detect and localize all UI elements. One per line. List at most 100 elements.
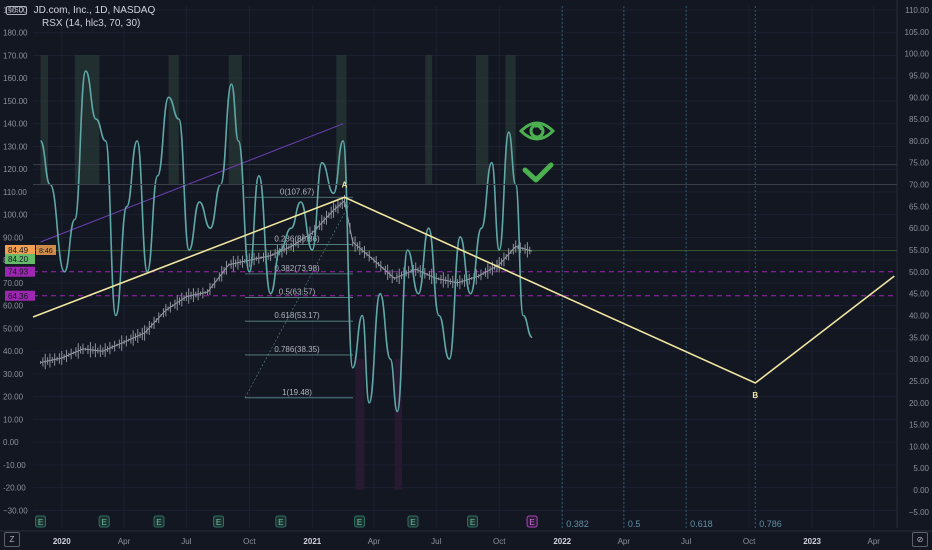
time-zone-label-2: 0.618 bbox=[690, 519, 713, 529]
right-axis-tick-12: 50.00 bbox=[909, 268, 930, 277]
earnings-marker-label-7: E bbox=[470, 518, 475, 527]
right-axis-tick-1: 105.00 bbox=[905, 28, 930, 37]
chart-header: USD JD.com, Inc., 1D, NASDAQ bbox=[6, 5, 155, 16]
right-axis-tick-6: 80.00 bbox=[909, 137, 930, 146]
currency-badge[interactable]: USD bbox=[6, 5, 27, 15]
left-axis-tick-18: 10.00 bbox=[3, 415, 24, 424]
fib-level-label-6: 1(19.48) bbox=[282, 388, 312, 397]
time-axis-tick-10: Jul bbox=[681, 537, 691, 546]
time-axis-tick-8: 2022 bbox=[553, 537, 571, 546]
time-axis-tick-11: Oct bbox=[743, 537, 756, 546]
fib-level-label-3: 0.5(63.57) bbox=[279, 288, 316, 297]
time-axis-tick-7: Oct bbox=[493, 537, 506, 546]
price-chart[interactable]: 0.382 0.5 0.618 0.786 0(107.67)0.236(86.86)… bbox=[0, 0, 932, 550]
rsx-series bbox=[33, 70, 897, 413]
price-tag-label-1: 84.20 bbox=[8, 255, 29, 264]
left-axis-tick-13: 60.00 bbox=[3, 302, 24, 311]
left-axis-tick-16: 30.00 bbox=[3, 370, 24, 379]
right-axis-tick-21: 5.00 bbox=[913, 464, 929, 473]
right-axis-tick-14: 40.00 bbox=[909, 311, 930, 320]
time-axis-tick-3: Oct bbox=[243, 537, 256, 546]
rsx-band-8 bbox=[355, 359, 365, 491]
right-axis-tick-4: 90.00 bbox=[909, 93, 930, 102]
right-axis-tick-15: 35.00 bbox=[909, 333, 930, 342]
zigzag-pattern[interactable]: AB bbox=[32, 180, 895, 400]
left-axis-tick-15: 40.00 bbox=[3, 347, 24, 356]
time-axis-tick-9: Apr bbox=[618, 537, 631, 546]
time-axis-tick-4: 2021 bbox=[303, 537, 321, 546]
time-zone-label-1: 0.5 bbox=[628, 519, 641, 529]
earnings-marker-label-5: E bbox=[357, 518, 362, 527]
time-axis-tick-13: Apr bbox=[867, 537, 880, 546]
left-axis-tick-21: -20.00 bbox=[3, 484, 26, 493]
right-axis-tick-13: 45.00 bbox=[909, 290, 930, 299]
time-axis-tick-0: 2020 bbox=[53, 537, 71, 546]
right-axis-tick-10: 60.00 bbox=[909, 224, 930, 233]
price-tags: 84.49 8:46 84.20 74.93 64.36 bbox=[5, 244, 56, 301]
right-axis-tick-5: 85.00 bbox=[909, 115, 930, 124]
left-axis-tick-9: 100.00 bbox=[3, 211, 28, 220]
earnings-marker-label-6: E bbox=[410, 518, 415, 527]
right-axis-tick-3: 95.00 bbox=[909, 71, 930, 80]
time-zone-label-0: 0.382 bbox=[566, 519, 589, 529]
settings-corner-button[interactable]: ⊘ bbox=[912, 532, 928, 547]
check-icon bbox=[522, 162, 554, 183]
right-axis-tick-20: 10.00 bbox=[909, 442, 930, 451]
price-line bbox=[40, 200, 533, 363]
left-axis-tick-8: 110.00 bbox=[3, 188, 27, 197]
right-axis-tick-0: 110.00 bbox=[905, 6, 929, 15]
indicator-legend[interactable]: RSX (14, hlc3, 70, 30) bbox=[42, 18, 140, 29]
right-axis-tick-9: 65.00 bbox=[909, 202, 930, 211]
right-axis-tick-8: 70.00 bbox=[909, 181, 930, 190]
zigzag-line[interactable] bbox=[32, 196, 895, 384]
right-axis-tick-23: −5.00 bbox=[909, 508, 930, 517]
price-tag-extra-label-0: 8:46 bbox=[39, 248, 53, 255]
left-axis-tick-7: 120.00 bbox=[3, 165, 28, 174]
time-zone-label-3: 0.786 bbox=[759, 519, 782, 529]
earnings-marker-label-8: E bbox=[529, 518, 534, 527]
right-axis-tick-2: 100.00 bbox=[905, 50, 930, 59]
right-axis-tick-11: 55.00 bbox=[909, 246, 930, 255]
earnings-marker-label-0: E bbox=[38, 518, 43, 527]
time-axis-background bbox=[0, 531, 932, 550]
price-tag-label-3: 64.36 bbox=[8, 292, 29, 301]
timezone-corner-button[interactable]: Z bbox=[4, 532, 20, 547]
left-axis-tick-6: 130.00 bbox=[3, 142, 28, 151]
fibonacci-retracement[interactable]: 0(107.67)0.236(86.86)0.382(73.98)0.5(63.… bbox=[244, 187, 354, 399]
time-axis-tick-2: Jul bbox=[181, 537, 191, 546]
time-axis[interactable]: 2020 Apr Jul Oct 2021 Apr Jul Oct 2022 Apr Jul Oct 2… bbox=[0, 530, 932, 550]
price-tag-label-0: 84.49 bbox=[8, 246, 29, 255]
eye-icon bbox=[519, 121, 555, 141]
fib-level-label-4: 0.618(53.17) bbox=[274, 311, 320, 320]
right-axis-tick-17: 25.00 bbox=[909, 377, 930, 386]
fib-level-label-5: 0.786(38.35) bbox=[274, 345, 320, 354]
fib-level-label-0: 0(107.67) bbox=[280, 187, 315, 196]
earnings-marker-label-3: E bbox=[216, 518, 221, 527]
price-tag-label-2: 74.93 bbox=[8, 268, 29, 277]
left-axis-tick-3: 160.00 bbox=[3, 74, 28, 83]
earnings-marker-label-4: E bbox=[278, 518, 283, 527]
right-axis-tick-18: 20.00 bbox=[909, 399, 930, 408]
right-axis-tick-22: 0.00 bbox=[913, 486, 929, 495]
left-axis-tick-5: 140.00 bbox=[3, 120, 28, 129]
left-axis-tick-1: 180.00 bbox=[3, 29, 28, 38]
right-axis-tick-7: 75.00 bbox=[909, 159, 930, 168]
time-axis-tick-6: Jul bbox=[431, 537, 441, 546]
earnings-marker-label-1: E bbox=[102, 518, 107, 527]
left-axis-tick-19: 0.00 bbox=[3, 438, 19, 447]
symbol-title[interactable]: JD.com, Inc., 1D, NASDAQ bbox=[34, 5, 156, 16]
earnings-markers[interactable]: EEEEEEEEE bbox=[35, 515, 538, 528]
left-axis-tick-10: 90.00 bbox=[3, 233, 24, 242]
right-indicator-axis[interactable]: 110.00 105.00 100.00 95.00 90.00 85.00 80.00 75… bbox=[896, 0, 930, 528]
left-axis-tick-14: 50.00 bbox=[3, 324, 24, 333]
time-axis-tick-12: 2023 bbox=[803, 537, 821, 546]
zigzag-point-a-label: A bbox=[342, 180, 348, 189]
right-axis-tick-19: 15.00 bbox=[909, 421, 930, 430]
earnings-marker-label-2: E bbox=[156, 518, 161, 527]
left-axis-tick-22: −30.00 bbox=[3, 506, 28, 515]
left-axis-tick-2: 170.00 bbox=[3, 51, 28, 60]
right-axis-tick-16: 30.00 bbox=[909, 355, 930, 364]
price-series bbox=[40, 194, 533, 370]
fib-level-label-2: 0.382(73.98) bbox=[274, 264, 320, 273]
left-axis-tick-4: 150.00 bbox=[3, 97, 28, 106]
